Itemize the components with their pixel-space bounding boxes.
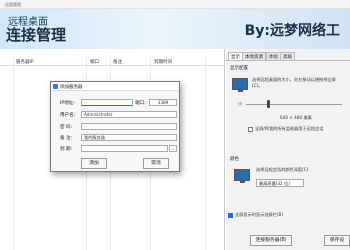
tab-experience[interactable]: 体验 xyxy=(266,52,281,60)
remark-label: 备 注: xyxy=(60,136,73,141)
header-brand: By:远梦网络工 xyxy=(244,23,340,39)
expire-label: 到 期: xyxy=(60,147,73,152)
password-label: 密 码: xyxy=(60,125,73,130)
dialog-title: 添加服务器 xyxy=(60,85,83,90)
port-label: 端口: xyxy=(135,101,146,106)
expire-browse-button[interactable]: ... xyxy=(169,145,177,152)
column-expire-date[interactable]: 到期时间 xyxy=(154,59,172,65)
server-icon xyxy=(53,84,58,89)
username-input[interactable]: Administrator xyxy=(81,111,177,118)
password-input[interactable] xyxy=(81,123,177,130)
header-title: 连接管理 xyxy=(6,26,67,44)
port-input[interactable]: 3389 xyxy=(149,99,177,106)
cancel-button[interactable]: 取消 xyxy=(143,158,169,169)
app-header: 远程桌面 连接管理 By:远梦网络工 xyxy=(0,9,350,49)
connect-server-button[interactable]: 连接服务器(B) xyxy=(250,235,292,246)
resolution-readout: 640 × 480 像素 xyxy=(280,115,312,120)
slider-min-label: 小 xyxy=(238,101,243,106)
expire-date-input[interactable] xyxy=(81,145,168,152)
column-server-ip[interactable]: 服务器IP xyxy=(16,59,34,65)
column-divider xyxy=(205,57,206,250)
color-depth-description: 选择远程会话的颜色深度(C) xyxy=(256,167,309,172)
column-remark[interactable]: 备注 xyxy=(113,59,122,65)
column-port[interactable]: 端口 xyxy=(90,59,99,65)
color-monitor-icon xyxy=(234,169,250,183)
color-group-label: 颜色 xyxy=(230,157,239,162)
display-tab-panel: 显示配置 选择远程桌面的大小。向左移动以便拖到全屏(C)。 小 640 × 48… xyxy=(226,60,350,250)
resolution-slider-thumb[interactable] xyxy=(267,100,270,108)
multi-monitor-checkbox[interactable] xyxy=(248,127,253,132)
address-input[interactable] xyxy=(81,99,133,106)
tab-advanced[interactable]: 高级 xyxy=(280,52,295,60)
dialog-titlebar: 添加服务器 xyxy=(51,82,179,91)
resolution-slider-track[interactable] xyxy=(246,104,342,105)
address-label: IP地址: xyxy=(60,101,75,106)
monitor-icon xyxy=(232,78,248,92)
tab-display[interactable]: 显示 xyxy=(228,52,243,60)
display-group-label: 显示配置 xyxy=(230,66,248,71)
multi-monitor-label: 全屏/将我的所有监视器用于远程会话 xyxy=(255,126,324,131)
remark-input[interactable]: 我的服务器 xyxy=(81,134,177,141)
column-divider xyxy=(13,57,14,250)
show-connection-bar-checkbox[interactable] xyxy=(228,213,233,218)
add-button[interactable]: 添加 xyxy=(81,158,107,169)
window-titlebar: 远程管理 xyxy=(0,0,350,9)
size-description: 选择远程桌面的大小。向左移动以便拖到全屏(C)。 xyxy=(252,77,336,88)
color-depth-select[interactable]: 最高质量(32 位) xyxy=(256,179,304,187)
add-server-dialog: 添加服务器 IP地址: 端口: 3389 用户名: Administrator … xyxy=(50,81,180,172)
save-settings-button[interactable]: 保存设 xyxy=(324,235,350,246)
table-header: 服务器IP 端口 备注 到期时间 xyxy=(0,57,224,66)
tab-local-resources[interactable]: 本地资源 xyxy=(242,52,266,60)
settings-panel: 显示 本地资源 体验 高级 显示配置 选择远程桌面的大小。向左移动以便拖到全屏(… xyxy=(226,49,350,250)
window-title: 远程管理 xyxy=(5,2,21,7)
show-connection-bar-label: 全屏显示时显示连接栏(B) xyxy=(235,212,284,217)
username-label: 用户名: xyxy=(60,113,76,118)
